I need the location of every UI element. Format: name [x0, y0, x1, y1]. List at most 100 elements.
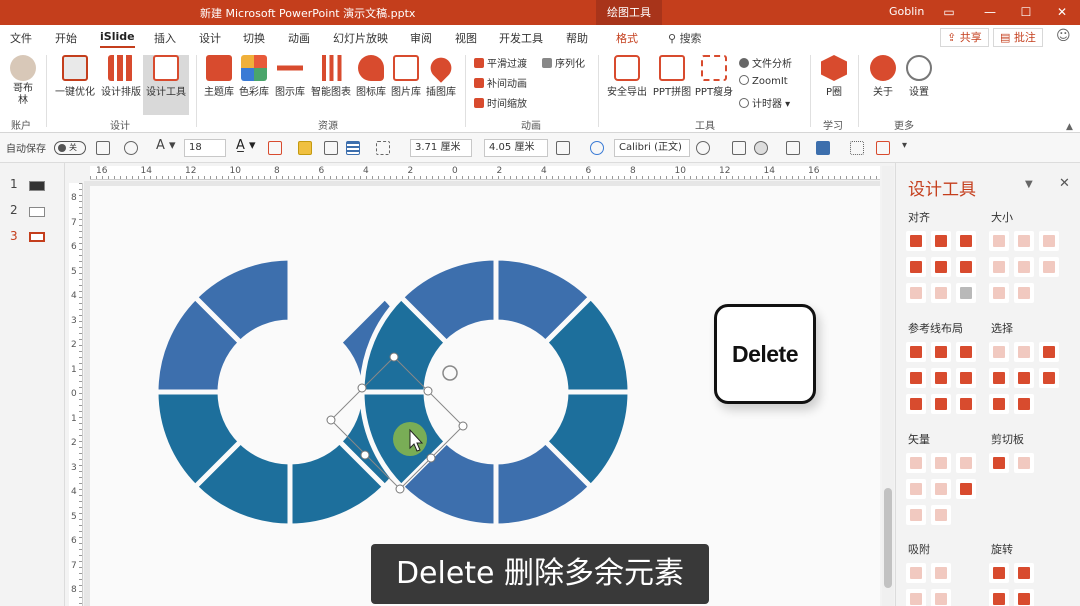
vector-tool-button[interactable]: [956, 453, 976, 473]
clipboard-tool-button[interactable]: [1014, 453, 1034, 473]
rotate-tool-icon: [1018, 593, 1030, 605]
resize-handle[interactable]: [458, 421, 468, 431]
snap-tool-button[interactable]: [906, 589, 926, 606]
select-tool-button[interactable]: [1014, 368, 1034, 388]
resize-handle[interactable]: [326, 415, 336, 425]
guide-tool-icon: [935, 346, 947, 358]
resize-handle[interactable]: [357, 383, 367, 393]
clipboard-tool-button[interactable]: [989, 453, 1009, 473]
align-tool-button[interactable]: [906, 283, 926, 303]
size-tool-button[interactable]: [1014, 231, 1034, 251]
select-tool-button[interactable]: [1014, 342, 1034, 362]
panel-title: 设计工具: [908, 180, 976, 200]
resize-handle[interactable]: [423, 386, 433, 396]
snap-tool-icon: [910, 567, 922, 579]
select-tool-button[interactable]: [1014, 394, 1034, 414]
vector-tool-button[interactable]: [956, 479, 976, 499]
vector-tool-button[interactable]: [931, 505, 951, 525]
vector-tool-icon: [910, 509, 922, 521]
rotate-handle-icon[interactable]: [442, 365, 458, 381]
align-tool-button[interactable]: [956, 231, 976, 251]
rotate-tool-button[interactable]: [1014, 589, 1034, 606]
panel-options-icon[interactable]: ▼: [1025, 179, 1033, 190]
section-rotate: 旋转: [991, 543, 1013, 556]
powerpoint-window: 新建 Microsoft PowerPoint 演示文稿.pptx 绘图工具 G…: [0, 0, 1080, 606]
section-clipboard: 剪切板: [991, 433, 1024, 446]
align-tool-button[interactable]: [906, 231, 926, 251]
align-tool-icon: [960, 235, 972, 247]
section-snap: 吸附: [908, 543, 930, 556]
video-subtitle: Delete 删除多余元素: [371, 544, 709, 604]
rotate-tool-button[interactable]: [989, 589, 1009, 606]
align-tool-button[interactable]: [931, 231, 951, 251]
section-size: 大小: [991, 211, 1013, 224]
align-tool-icon: [960, 287, 972, 299]
size-tool-button[interactable]: [1039, 257, 1059, 277]
scrollbar-thumb[interactable]: [884, 488, 892, 588]
guide-tool-button[interactable]: [931, 342, 951, 362]
size-tool-button[interactable]: [1039, 231, 1059, 251]
size-tool-button[interactable]: [989, 231, 1009, 251]
vector-tool-button[interactable]: [906, 479, 926, 499]
guide-tool-button[interactable]: [956, 368, 976, 388]
resize-handle[interactable]: [360, 450, 370, 460]
snap-tool-button[interactable]: [906, 563, 926, 583]
section-vector: 矢量: [908, 433, 930, 446]
panel-close-icon[interactable]: ✕: [1059, 176, 1070, 191]
guide-tool-button[interactable]: [956, 394, 976, 414]
select-tool-icon: [1018, 398, 1030, 410]
align-tool-icon: [910, 287, 922, 299]
size-tool-icon: [993, 287, 1005, 299]
select-tool-button[interactable]: [989, 368, 1009, 388]
snap-tool-button[interactable]: [931, 589, 951, 606]
vector-tool-button[interactable]: [931, 479, 951, 499]
vector-tool-icon: [910, 483, 922, 495]
rotate-tool-icon: [993, 593, 1005, 605]
guide-tool-button[interactable]: [906, 368, 926, 388]
guide-tool-button[interactable]: [931, 394, 951, 414]
vertical-scrollbar[interactable]: [882, 166, 894, 606]
snap-tool-button[interactable]: [931, 563, 951, 583]
section-align: 对齐: [908, 211, 930, 224]
rotate-tool-button[interactable]: [989, 563, 1009, 583]
select-tool-button[interactable]: [1039, 342, 1059, 362]
select-tool-button[interactable]: [1039, 368, 1059, 388]
vector-tool-icon: [960, 457, 972, 469]
clipboard-tool-icon: [1018, 457, 1030, 469]
guide-tool-button[interactable]: [906, 342, 926, 362]
snap-tool-icon: [910, 593, 922, 605]
size-tool-icon: [1043, 235, 1055, 247]
select-tool-button[interactable]: [989, 342, 1009, 362]
size-tool-button[interactable]: [1014, 257, 1034, 277]
resize-handle[interactable]: [426, 453, 436, 463]
size-tool-button[interactable]: [1014, 283, 1034, 303]
delete-key-graphic[interactable]: Delete: [714, 304, 816, 404]
vector-tool-button[interactable]: [906, 505, 926, 525]
rotate-tool-icon: [993, 567, 1005, 579]
select-tool-button[interactable]: [989, 394, 1009, 414]
vector-tool-icon: [935, 509, 947, 521]
align-tool-button[interactable]: [906, 257, 926, 277]
align-tool-icon: [935, 287, 947, 299]
size-tool-button[interactable]: [989, 283, 1009, 303]
rotate-tool-icon: [1018, 567, 1030, 579]
rotate-tool-button[interactable]: [1014, 563, 1034, 583]
align-tool-button[interactable]: [956, 283, 976, 303]
select-tool-icon: [993, 398, 1005, 410]
guide-tool-button[interactable]: [956, 342, 976, 362]
align-tool-button[interactable]: [956, 257, 976, 277]
guide-tool-button[interactable]: [906, 394, 926, 414]
resize-handle[interactable]: [395, 484, 405, 494]
vector-tool-button[interactable]: [906, 453, 926, 473]
size-tool-button[interactable]: [989, 257, 1009, 277]
guide-tool-button[interactable]: [931, 368, 951, 388]
align-tool-button[interactable]: [931, 257, 951, 277]
size-tool-icon: [1018, 287, 1030, 299]
vector-tool-button[interactable]: [931, 453, 951, 473]
resize-handle[interactable]: [389, 352, 399, 362]
guide-tool-icon: [910, 372, 922, 384]
align-tool-button[interactable]: [931, 283, 951, 303]
select-tool-icon: [993, 346, 1005, 358]
guide-tool-icon: [910, 398, 922, 410]
guide-tool-icon: [910, 346, 922, 358]
